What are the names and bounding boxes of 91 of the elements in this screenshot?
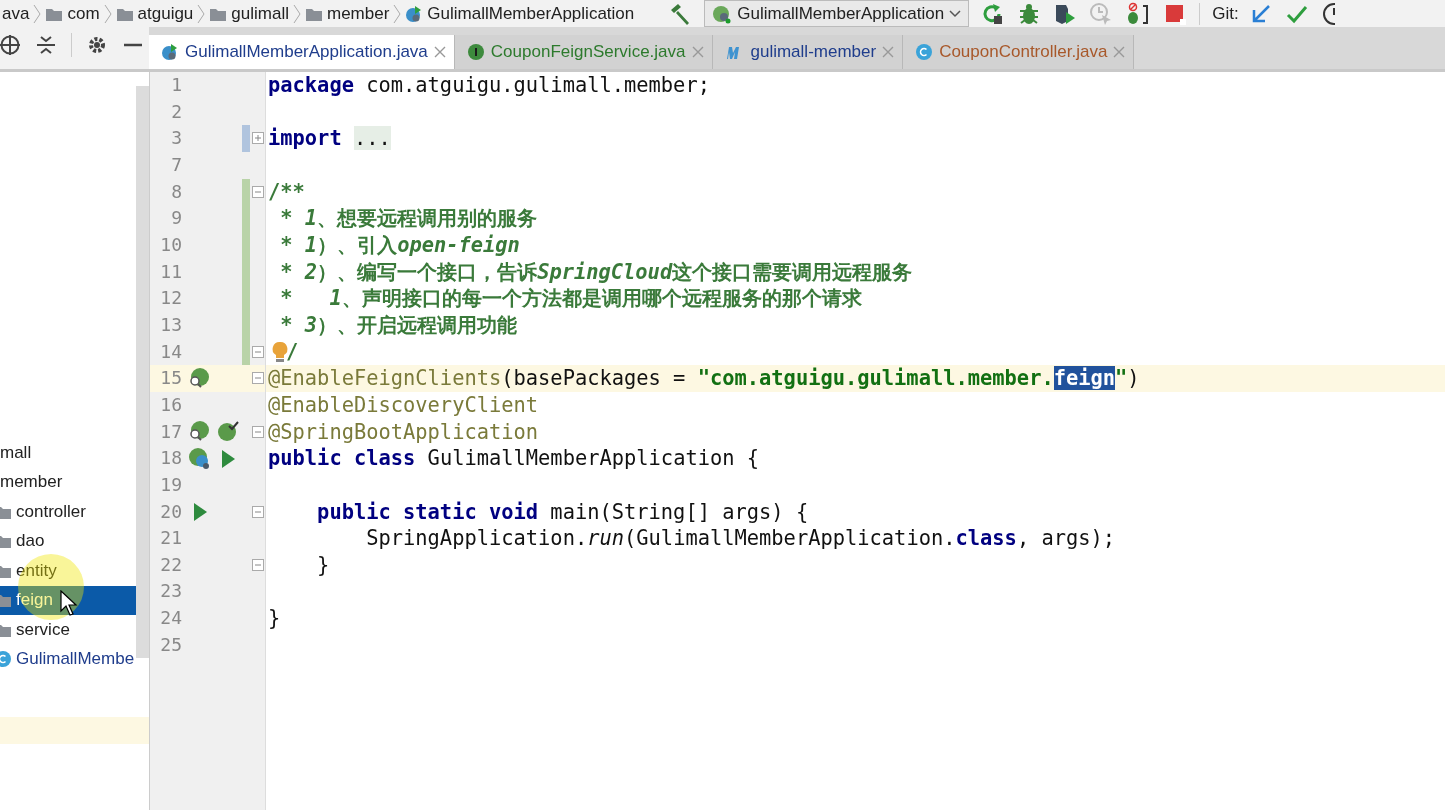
tree-item[interactable]: dao xyxy=(0,526,136,556)
code-line: * 1、想要远程调用别的服务 xyxy=(279,205,538,232)
line-number: 11 xyxy=(159,259,182,284)
line-number: 2 xyxy=(170,99,182,124)
locate-icon[interactable] xyxy=(0,34,21,56)
breadcrumb-item[interactable]: gulimall xyxy=(205,3,293,24)
code-line: * 1、声明接口的每一个方法都是调用哪个远程服务的那个请求 xyxy=(279,285,862,312)
collapse-fold-icon[interactable] xyxy=(252,185,264,198)
collapse-fold-icon[interactable] xyxy=(252,505,264,518)
close-icon[interactable] xyxy=(691,46,704,58)
breadcrumb-item[interactable]: ava xyxy=(0,3,34,24)
chevron-icon xyxy=(33,3,42,24)
line-number: 1 xyxy=(170,73,182,97)
code-line: @EnableFeignClients(basePackages = "com.atguigu.gulimall.member.feign") xyxy=(268,365,1140,392)
run-configuration-dropdown[interactable]: GulimallMemberApplication xyxy=(704,0,970,27)
line-number: 25 xyxy=(159,632,182,657)
line-number: 19 xyxy=(159,472,182,497)
editor-tab[interactable]: CouponFeignService.java xyxy=(454,35,713,69)
collapse-fold-icon[interactable] xyxy=(252,425,264,438)
tree-item[interactable]: GulimallMembe xyxy=(0,644,136,674)
class-icon xyxy=(161,43,179,61)
code-line: public class GulimallMemberApplication { xyxy=(268,445,760,472)
line-number: 14 xyxy=(159,339,182,364)
expand-fold-icon[interactable] xyxy=(252,132,264,145)
line-number: 23 xyxy=(159,579,182,604)
collapse-fold-icon[interactable] xyxy=(252,372,264,385)
breadcrumb-item[interactable]: GulimallMemberApplication xyxy=(401,3,639,24)
folder-icon xyxy=(0,592,12,609)
code-line: * 1）、引入open-feign xyxy=(279,231,520,259)
spring-class-icon[interactable] xyxy=(188,446,212,471)
chevron-icon xyxy=(393,3,402,24)
code-line: SpringApplication.run(GulimallMemberApplication.class, args); xyxy=(365,525,1116,552)
editor-tab[interactable]: GulimallMemberApplication.java xyxy=(149,35,455,69)
line-number: 22 xyxy=(159,552,182,577)
code-line: package com.atguigu.gulimall.member; xyxy=(268,72,710,99)
collapse-icon[interactable] xyxy=(35,34,57,56)
line-number: 18 xyxy=(159,446,182,471)
tree-item[interactable]: member xyxy=(0,467,136,497)
code-line: import ... xyxy=(268,125,391,152)
code-line: } xyxy=(316,551,330,579)
tree-item[interactable]: mall xyxy=(0,438,136,468)
code-line: @SpringBootApplication xyxy=(268,418,539,446)
class-icon xyxy=(915,43,934,61)
mouse-cursor-icon xyxy=(60,590,78,616)
line-number: 9 xyxy=(170,206,182,231)
close-icon[interactable] xyxy=(882,46,895,58)
scrollbar[interactable] xyxy=(136,86,149,658)
caret-icon xyxy=(948,8,963,19)
breadcrumb-item[interactable]: atguigu xyxy=(111,3,198,24)
code-line: / xyxy=(286,338,299,366)
editor-tab[interactable]: gulimall-member xyxy=(712,35,904,69)
folder-icon xyxy=(0,533,12,550)
change-marker[interactable] xyxy=(242,125,250,152)
code-line: * 3）、开启远程调用功能 xyxy=(279,311,518,339)
code-line: } xyxy=(268,605,281,632)
line-number: 8 xyxy=(170,179,182,204)
tree-item[interactable]: controller xyxy=(0,497,136,527)
line-number: 24 xyxy=(159,606,182,631)
collapse-fold-icon[interactable] xyxy=(252,558,264,571)
breadcrumb-item[interactable]: member xyxy=(300,3,394,24)
breadcrumb-item[interactable]: com xyxy=(41,3,104,24)
close-icon[interactable] xyxy=(433,46,446,58)
line-number: 7 xyxy=(170,152,182,177)
line-number: 15 xyxy=(159,366,182,391)
git-label: Git: xyxy=(1212,3,1239,24)
tree-item[interactable]: service xyxy=(0,615,136,645)
line-number: 13 xyxy=(159,312,182,337)
settings-icon[interactable] xyxy=(86,34,108,56)
line-number: 16 xyxy=(159,392,182,417)
code-line: * 2）、编写一个接口，告诉SpringCloud这个接口需要调用远程服务 xyxy=(279,258,913,286)
line-number: 17 xyxy=(159,419,182,444)
line-number: 20 xyxy=(159,499,182,524)
line-number: 10 xyxy=(159,232,182,257)
code-line: @EnableDiscoveryClient xyxy=(268,391,539,419)
chevron-icon xyxy=(197,3,206,24)
spring-bean-icon[interactable] xyxy=(216,419,240,444)
chevron-icon xyxy=(292,3,301,24)
line-number: 21 xyxy=(159,526,182,551)
code-line: public static void main(String[] args) { xyxy=(316,498,809,526)
change-marker[interactable] xyxy=(242,178,250,206)
interface-icon xyxy=(466,43,485,61)
class-icon xyxy=(0,650,12,669)
clock-icon[interactable] xyxy=(1320,1,1335,26)
line-number: 3 xyxy=(170,126,182,151)
change-marker[interactable] xyxy=(242,338,250,366)
line-number: 12 xyxy=(159,286,182,311)
chevron-icon xyxy=(103,3,112,24)
text-selection: feign xyxy=(1053,366,1116,391)
close-icon[interactable] xyxy=(1113,46,1126,58)
collapse-fold-icon[interactable] xyxy=(252,345,264,358)
code-line: /** xyxy=(268,178,305,206)
